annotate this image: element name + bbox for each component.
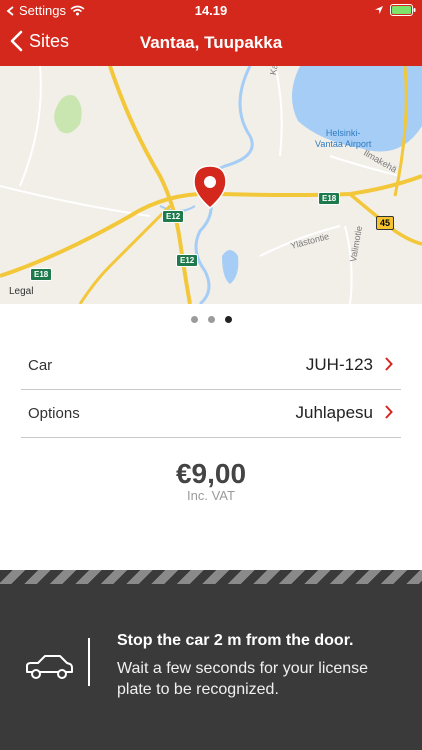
page-title: Vantaa, Tuupakka xyxy=(139,33,283,52)
highway-shield-e12: E12 xyxy=(162,210,185,223)
page-dot-active[interactable] xyxy=(224,316,232,323)
instructions-panel: Stop the car 2 m from the door. Wait a f… xyxy=(0,584,422,750)
map-pin-icon xyxy=(193,165,227,209)
instructions-body: Wait a few seconds for your license plat… xyxy=(117,660,369,698)
options-row[interactable]: Options Juhlapesu xyxy=(21,390,401,438)
map-view[interactable]: Helsinki- Vantaa Airport Katriinа Ilmake… xyxy=(0,66,422,304)
page-dot[interactable] xyxy=(190,316,198,323)
airport-label: Helsinki- Vantaa Airport xyxy=(315,128,372,149)
hazard-stripe-divider xyxy=(0,570,422,584)
page-dot[interactable] xyxy=(207,316,215,323)
route-shield-45: 45 xyxy=(376,216,395,230)
page-indicator[interactable] xyxy=(0,314,422,326)
options-row-value: Juhlapesu xyxy=(295,403,373,422)
instructions-divider xyxy=(88,638,90,686)
car-row[interactable]: Car JUH-123 xyxy=(21,342,401,390)
status-bar-right xyxy=(374,4,416,16)
highway-shield-e12: E12 xyxy=(176,254,199,267)
chevron-right-icon xyxy=(385,405,393,419)
options-row-label: Options xyxy=(28,405,80,422)
map-graphics xyxy=(0,66,422,304)
battery-icon xyxy=(390,4,416,16)
car-icon xyxy=(26,655,73,679)
highway-shield-e18: E18 xyxy=(30,268,53,281)
price-amount: €9,00 xyxy=(175,458,247,489)
instructions-title: Stop the car 2 m from the door. xyxy=(117,632,354,649)
status-time: 14.19 xyxy=(194,3,228,18)
header: Settings 14.19 Sites Vantaa, Tuupakka xyxy=(0,0,422,66)
highway-shield-e18: E18 xyxy=(318,192,341,205)
car-row-label: Car xyxy=(28,357,53,374)
status-bar: Settings 14.19 xyxy=(0,0,422,22)
chevron-right-icon xyxy=(385,357,393,371)
nav-bar: Sites Vantaa, Tuupakka xyxy=(0,22,422,66)
price-vat-note: Inc. VAT xyxy=(187,488,235,503)
location-arrow-icon xyxy=(375,6,383,14)
map-legal-link[interactable]: Legal xyxy=(9,286,33,297)
car-row-value: JUH-123 xyxy=(305,355,373,374)
